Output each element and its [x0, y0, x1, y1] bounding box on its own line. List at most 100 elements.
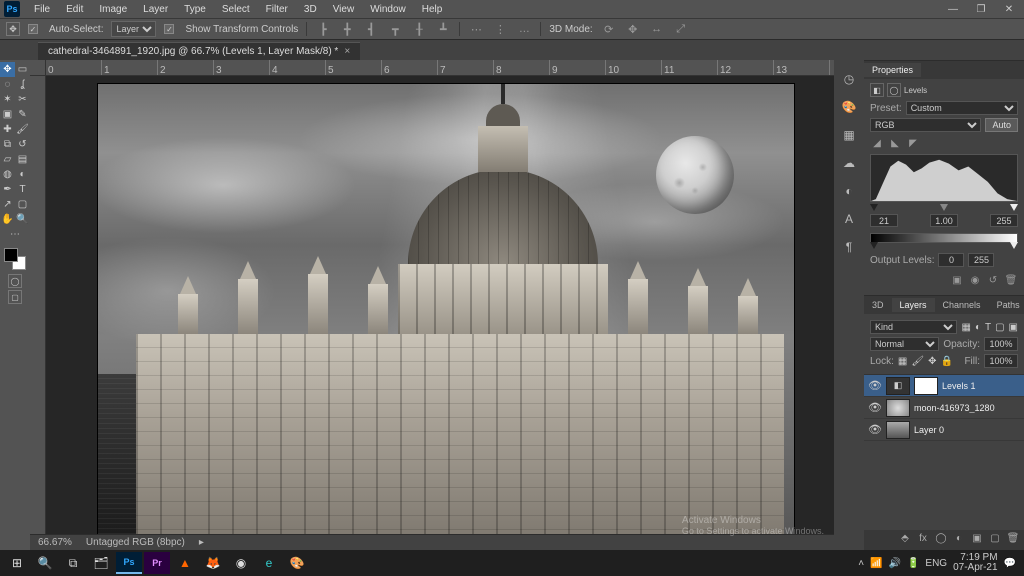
document-info[interactable]: Untagged RGB (8bpc)	[86, 537, 185, 548]
lock-all-icon[interactable]: 🔒	[940, 356, 952, 367]
window-restore-icon[interactable]: ❐	[968, 4, 994, 15]
output-sliders[interactable]	[870, 242, 1018, 250]
visibility-toggle-icon[interactable]: 👁	[868, 379, 882, 393]
black-point-sampler-icon[interactable]: ◢	[870, 136, 884, 150]
color-panel-icon[interactable]: 🎨	[840, 98, 858, 116]
lock-position-icon[interactable]: ✥	[928, 356, 936, 367]
taskbar-firefox-icon[interactable]: 🦊	[200, 552, 226, 574]
view-previous-icon[interactable]: ◉	[968, 273, 982, 287]
dodge-tool[interactable]: ◐	[15, 167, 30, 182]
swatches-panel-icon[interactable]: ▦	[840, 126, 858, 144]
scale-3d-icon[interactable]: ⤢	[673, 21, 689, 37]
paragraph-panel-icon[interactable]: ¶	[840, 238, 858, 256]
menu-view[interactable]: View	[325, 2, 363, 17]
layer-name[interactable]: Layer 0	[914, 425, 944, 435]
gradient-tool[interactable]: ▤	[15, 152, 30, 167]
black-point-slider[interactable]	[870, 204, 878, 211]
taskbar-chrome-icon[interactable]: ◉	[228, 552, 254, 574]
menu-file[interactable]: File	[26, 2, 58, 17]
move-tool[interactable]: ✥	[0, 62, 15, 77]
orbit-3d-icon[interactable]: ⟳	[601, 21, 617, 37]
properties-tab[interactable]: Properties	[864, 63, 921, 77]
tray-chevron-up-icon[interactable]: ˄	[858, 558, 864, 569]
document-tab[interactable]: cathedral-3464891_1920.jpg @ 66.7% (Leve…	[38, 42, 360, 60]
fill-field[interactable]	[984, 354, 1018, 368]
status-chevron-icon[interactable]: ▸	[199, 537, 204, 548]
ruler-horizontal[interactable]: 012345678910111213	[46, 60, 834, 76]
gray-point-sampler-icon[interactable]: ◣	[888, 136, 902, 150]
input-white-field[interactable]	[990, 214, 1018, 227]
distribute-v-icon[interactable]: ⋮	[492, 21, 508, 37]
new-adjustment-icon[interactable]: ◐	[952, 533, 966, 547]
new-group-icon[interactable]: ▣	[970, 533, 984, 547]
output-black-field[interactable]	[938, 253, 964, 267]
align-left-icon[interactable]: ┣	[315, 21, 331, 37]
canvas-area[interactable]: 012345678910111213	[30, 60, 834, 550]
visibility-toggle-icon[interactable]: 👁	[868, 401, 882, 415]
task-view-icon[interactable]: ⧉	[60, 552, 86, 574]
filter-type-icon[interactable]: T	[985, 322, 991, 333]
menu-image[interactable]: Image	[91, 2, 135, 17]
shape-tool[interactable]: ▢	[15, 197, 30, 212]
eraser-tool[interactable]: ▱	[0, 152, 15, 167]
layer-row[interactable]: 👁 ◧ Levels 1	[864, 375, 1024, 397]
pen-tool[interactable]: ✒	[0, 182, 15, 197]
ruler-vertical[interactable]	[30, 76, 46, 550]
crop-tool[interactable]: ✂	[15, 92, 30, 107]
marquee-tool[interactable]: ◌	[0, 77, 15, 92]
taskbar-clock[interactable]: 7:19 PM 07-Apr-21	[953, 553, 997, 573]
filter-smart-icon[interactable]: ▣	[1009, 322, 1018, 333]
taskbar-edge-icon[interactable]: e	[256, 552, 282, 574]
layer-name[interactable]: Levels 1	[942, 381, 976, 391]
hand-tool[interactable]: ✋	[0, 212, 15, 227]
zoom-readout[interactable]: 66.67%	[38, 537, 72, 548]
document-canvas[interactable]	[98, 84, 794, 544]
layer-row[interactable]: 👁 moon-416973_1280	[864, 397, 1024, 419]
search-icon[interactable]: 🔍	[32, 552, 58, 574]
input-black-field[interactable]	[870, 214, 898, 227]
layer-name[interactable]: moon-416973_1280	[914, 403, 995, 413]
output-black-slider[interactable]	[870, 242, 878, 249]
menu-window[interactable]: Window	[362, 2, 414, 17]
distribute-h-icon[interactable]: ⋯	[468, 21, 484, 37]
eyedropper-tool[interactable]: ✎	[15, 107, 30, 122]
artboard-tool[interactable]: ▭	[15, 62, 30, 77]
gamma-slider[interactable]	[940, 204, 948, 211]
quick-select-tool[interactable]: ✶	[0, 92, 15, 107]
mask-thumb[interactable]	[914, 377, 938, 395]
menu-help[interactable]: Help	[414, 2, 451, 17]
menu-edit[interactable]: Edit	[58, 2, 91, 17]
align-center-h-icon[interactable]: ╋	[339, 21, 355, 37]
align-right-icon[interactable]: ┫	[363, 21, 379, 37]
menu-layer[interactable]: Layer	[135, 2, 176, 17]
clone-tool[interactable]: ⧉	[0, 137, 15, 152]
history-panel-icon[interactable]: ◷	[840, 70, 858, 88]
link-layers-icon[interactable]: ⬘	[898, 533, 912, 547]
tray-volume-icon[interactable]: 🔊	[889, 558, 901, 569]
delete-layer-icon[interactable]: 🗑	[1006, 533, 1020, 547]
lasso-tool[interactable]: ʆ	[15, 77, 30, 92]
input-gamma-field[interactable]	[930, 214, 958, 227]
filter-pixel-icon[interactable]: ▦	[961, 322, 970, 333]
brush-tool[interactable]: 🖌	[15, 122, 30, 137]
taskbar-paint-icon[interactable]: 🎨	[284, 552, 310, 574]
tab-layers[interactable]: Layers	[892, 298, 935, 312]
lock-transparency-icon[interactable]: ▦	[898, 356, 907, 367]
edit-toolbar[interactable]: ⋯	[8, 227, 23, 242]
layer-row[interactable]: 👁 Layer 0	[864, 419, 1024, 441]
slide-3d-icon[interactable]: ↔	[649, 21, 665, 37]
tray-battery-icon[interactable]: 🔋	[907, 558, 919, 569]
blur-tool[interactable]: ◍	[0, 167, 15, 182]
frame-tool[interactable]: ▣	[0, 107, 15, 122]
adjustments-panel-icon[interactable]: ◐	[840, 182, 858, 200]
auto-levels-button[interactable]: Auto	[985, 118, 1018, 132]
tray-network-icon[interactable]: 📶	[870, 558, 882, 569]
white-point-slider[interactable]	[1010, 204, 1018, 211]
screen-mode-icon[interactable]: ▢	[8, 290, 22, 304]
delete-adjustment-icon[interactable]: 🗑	[1004, 273, 1018, 287]
color-swatches[interactable]	[4, 248, 26, 270]
close-document-icon[interactable]: ×	[344, 46, 350, 57]
taskbar-vlc-icon[interactable]: ▲	[172, 552, 198, 574]
reset-icon[interactable]: ↺	[986, 273, 1000, 287]
tab-channels[interactable]: Channels	[935, 298, 989, 312]
